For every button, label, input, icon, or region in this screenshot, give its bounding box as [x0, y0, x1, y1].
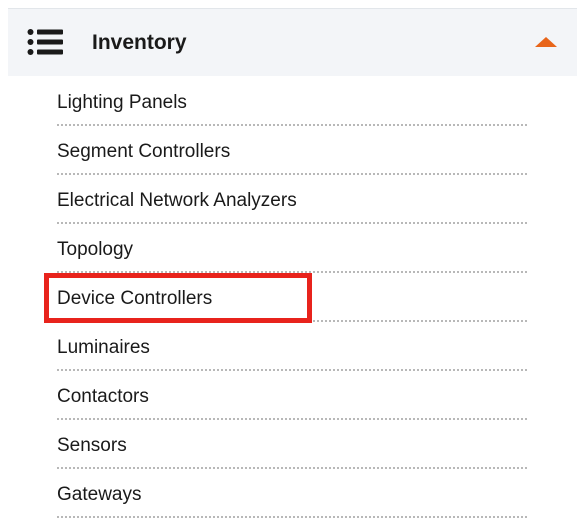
divider [57, 369, 527, 371]
menu-item-label[interactable]: Sensors [57, 434, 127, 458]
menu-item-label[interactable]: Gateways [57, 483, 141, 507]
inventory-menu: Inventory Lighting Panels Segment Contro… [0, 0, 577, 523]
inventory-items-list: Lighting Panels Segment Controllers Elec… [0, 78, 577, 519]
divider [57, 467, 527, 469]
menu-item-label[interactable]: Contactors [57, 385, 149, 409]
divider [57, 516, 527, 518]
menu-item-label[interactable]: Segment Controllers [57, 140, 230, 164]
menu-item-label[interactable]: Electrical Network Analyzers [57, 189, 297, 213]
menu-item-contactors[interactable]: Contactors [0, 372, 577, 421]
menu-item-sensors[interactable]: Sensors [0, 421, 577, 470]
menu-item-label[interactable]: Device Controllers [57, 287, 212, 311]
divider [57, 271, 527, 273]
menu-item-electrical-network-analyzers[interactable]: Electrical Network Analyzers [0, 176, 577, 225]
divider [57, 222, 527, 224]
menu-item-luminaires[interactable]: Luminaires [0, 323, 577, 372]
inventory-menu-header[interactable]: Inventory [8, 8, 577, 76]
menu-item-topology[interactable]: Topology [0, 225, 577, 274]
caret-up-icon[interactable] [535, 37, 557, 47]
menu-item-gateways[interactable]: Gateways [0, 470, 577, 519]
list-icon [27, 29, 63, 55]
menu-item-label[interactable]: Luminaires [57, 336, 150, 360]
menu-item-device-controllers[interactable]: Device Controllers [0, 274, 577, 323]
menu-item-lighting-panels[interactable]: Lighting Panels [0, 78, 577, 127]
divider [57, 320, 527, 322]
menu-title: Inventory [92, 31, 187, 54]
menu-item-label[interactable]: Topology [57, 238, 133, 262]
menu-item-segment-controllers[interactable]: Segment Controllers [0, 127, 577, 176]
divider [57, 173, 527, 175]
menu-item-label[interactable]: Lighting Panels [57, 91, 187, 115]
divider [57, 124, 527, 126]
divider [57, 418, 527, 420]
